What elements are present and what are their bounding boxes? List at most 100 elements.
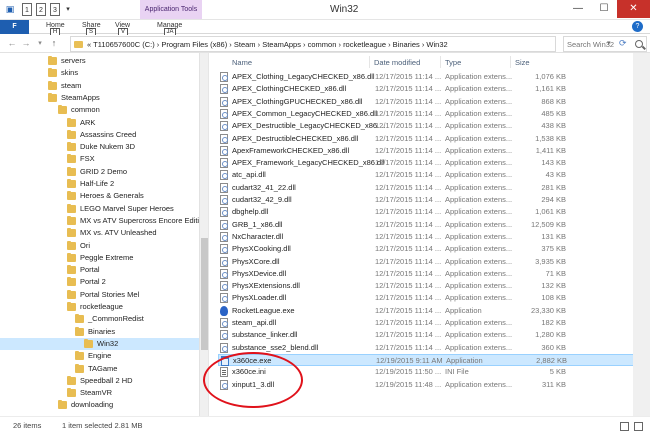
help-icon[interactable]: ?	[632, 21, 643, 32]
tree-item[interactable]: Portal	[0, 264, 199, 276]
file-date: 12/17/2015 11:14 ...	[375, 305, 442, 315]
tree-item[interactable]: ARK	[0, 117, 199, 129]
minimize-button[interactable]: —	[565, 0, 591, 18]
up-arrow-icon[interactable]: ↑	[48, 37, 60, 50]
qat-item-3[interactable]: 3	[50, 3, 60, 16]
file-row[interactable]: PhysXLoader.dll 12/17/2015 11:14 ... Appli…	[218, 292, 650, 304]
navigation-pane-scroll-thumb[interactable]	[201, 238, 208, 350]
file-row[interactable]: substance_sse2_blend.dll 12/17/2015 11:14…	[218, 342, 650, 354]
folder-icon	[75, 326, 84, 336]
tree-item[interactable]: Portal 2	[0, 276, 199, 288]
tree-item[interactable]: MX vs. ATV Unleashed	[0, 227, 199, 239]
file-row[interactable]: APEX_ClothingCHECKED_x86.dll 12/17/2015 1…	[218, 83, 650, 95]
file-date: 12/17/2015 11:14 ...	[375, 121, 442, 131]
qat-item-1[interactable]: 1	[22, 3, 32, 16]
file-row[interactable]: RocketLeague.exe 12/17/2015 11:14 ... Appl…	[218, 305, 650, 317]
file-row[interactable]: ApexFrameworkCHECKED_x86.dll 12/17/2015 1…	[218, 145, 650, 157]
column-header-name[interactable]: Name	[232, 58, 252, 67]
qat-item-2[interactable]: 2	[36, 3, 46, 16]
recent-locations-icon[interactable]: ▾	[34, 37, 46, 50]
breadcrumb-path[interactable]: T110657600C (C:) › Program Files (x86) ›…	[93, 40, 448, 49]
tree-item[interactable]: TAGame	[0, 363, 199, 375]
tree-item[interactable]: rocketleague	[0, 301, 199, 313]
breadcrumb[interactable]: « T110657600C (C:) › Program Files (x86)…	[87, 40, 448, 49]
column-header-date[interactable]: Date modified	[374, 58, 420, 67]
tree-item[interactable]: Binaries	[0, 326, 199, 338]
navigation-pane-scrollbar[interactable]	[199, 53, 208, 416]
tree-item[interactable]: Assassins Creed	[0, 129, 199, 141]
qat-dropdown-icon[interactable]: ▾	[64, 3, 72, 16]
tree-item[interactable]: Engine	[0, 350, 199, 362]
close-button[interactable]: ✕	[617, 0, 650, 18]
tree-item[interactable]: Half-Life 2	[0, 178, 199, 190]
file-row[interactable]: cudart32_42_9.dll 12/17/2015 11:14 ... App…	[218, 194, 650, 206]
tree-item[interactable]: Duke Nukem 3D	[0, 141, 199, 153]
tree-item[interactable]: steam	[0, 80, 199, 92]
file-row[interactable]: PhysXCore.dll 12/17/2015 11:14 ... Applica…	[218, 256, 650, 268]
breadcrumb-overflow-icon[interactable]: «	[87, 40, 91, 49]
file-row[interactable]: APEX_Common_LegacyCHECKED_x86.dll 12/17/2…	[218, 108, 650, 120]
file-name: PhysXCore.dll	[232, 256, 280, 266]
file-date: 12/17/2015 11:14 ...	[375, 72, 442, 81]
file-row[interactable]: PhysXExtensions.dll 12/17/2015 11:14 ... A…	[218, 280, 650, 292]
file-type: Application extens...	[445, 158, 513, 168]
details-view-icon[interactable]	[620, 422, 629, 431]
column-divider[interactable]	[510, 56, 511, 68]
file-row[interactable]: substance_linker.dll 12/17/2015 11:14 ...…	[218, 329, 650, 341]
tree-item[interactable]: Heroes & Generals	[0, 190, 199, 202]
tree-item[interactable]: Ori	[0, 240, 199, 252]
tree-item[interactable]: SteamApps	[0, 92, 199, 104]
dll-file-icon	[220, 145, 228, 156]
tree-item[interactable]: GRID 2 Demo	[0, 166, 199, 178]
dll-file-icon	[220, 281, 228, 292]
tree-item[interactable]: MX vs ATV Supercross Encore Edition	[0, 215, 207, 227]
address-bar[interactable]: « T110657600C (C:) › Program Files (x86)…	[70, 36, 627, 52]
tree-item[interactable]: SteamVR	[0, 387, 199, 399]
file-row[interactable]: atc_api.dll 12/17/2015 11:14 ... Applicati…	[218, 169, 650, 181]
file-row[interactable]: APEX_Clothing_LegacyCHECKED_x86.dll 12/17…	[218, 71, 650, 83]
tree-item[interactable]: common	[0, 104, 199, 116]
back-arrow-icon[interactable]: ←	[6, 37, 18, 50]
large-icons-view-icon[interactable]	[634, 422, 643, 431]
column-header-type[interactable]: Type	[445, 58, 461, 67]
tree-item[interactable]: downloading	[0, 399, 199, 411]
forward-arrow-icon[interactable]: →	[20, 37, 32, 50]
tree-item-label: Peggle Extreme	[80, 252, 134, 262]
tree-item[interactable]: Speedball 2 HD	[0, 375, 199, 387]
column-divider[interactable]	[440, 56, 441, 68]
file-date: 12/17/2015 11:14 ...	[375, 244, 442, 254]
file-type: Application extens...	[445, 231, 513, 241]
file-date: 12/17/2015 11:14 ...	[375, 293, 442, 303]
folder-icon	[67, 142, 76, 152]
column-header-size[interactable]: Size	[515, 58, 530, 67]
maximize-button[interactable]: ☐	[591, 0, 617, 18]
file-row[interactable]: APEX_Destructible_LegacyCHECKED_x86.... 1…	[218, 120, 650, 132]
search-box[interactable]	[563, 36, 647, 52]
file-row[interactable]: dbghelp.dll 12/17/2015 11:14 ... Applicati…	[218, 206, 650, 218]
search-input[interactable]	[567, 38, 633, 50]
file-row[interactable]: APEX_DestructibleCHECKED_x86.dll 12/17/20…	[218, 133, 650, 145]
file-row[interactable]: PhysXCooking.dll 12/17/2015 11:14 ... Appl…	[218, 243, 650, 255]
explorer-icon[interactable]: ▣	[4, 3, 16, 16]
file-row[interactable]: cudart32_41_22.dll 12/17/2015 11:14 ... Ap…	[218, 182, 650, 194]
file-row[interactable]: NxCharacter.dll 12/17/2015 11:14 ... Appli…	[218, 231, 650, 243]
tree-item[interactable]: _CommonRedist	[0, 313, 199, 325]
pane-splitter[interactable]	[208, 53, 209, 416]
file-list-scrollbar[interactable]	[633, 53, 650, 416]
file-row[interactable]: APEX_ClothingGPUCHECKED_x86.dll 12/17/201…	[218, 96, 650, 108]
tree-item[interactable]: servers	[0, 55, 199, 67]
file-row[interactable]: steam_api.dll 12/17/2015 11:14 ... Applica…	[218, 317, 650, 329]
file-name: cudart32_42_9.dll	[232, 195, 292, 204]
tree-item[interactable]: LEGO Marvel Super Heroes	[0, 203, 199, 215]
tree-item[interactable]: FSX	[0, 153, 199, 165]
tab-file[interactable]: F	[0, 20, 29, 34]
tree-item[interactable]: Win32	[0, 337, 199, 350]
tree-item[interactable]: skins	[0, 67, 199, 79]
tree-item[interactable]: Portal Stories Mel	[0, 289, 199, 301]
file-row[interactable]: PhysXDevice.dll 12/17/2015 11:14 ... Appli…	[218, 268, 650, 280]
column-divider[interactable]	[369, 56, 370, 68]
file-row[interactable]: GRB_1_x86.dll 12/17/2015 11:14 ... Applica…	[218, 219, 650, 231]
file-row[interactable]: APEX_Framework_LegacyCHECKED_x86.dll 12/1…	[218, 157, 650, 169]
search-icon[interactable]	[635, 40, 643, 48]
tree-item[interactable]: Peggle Extreme	[0, 252, 199, 264]
